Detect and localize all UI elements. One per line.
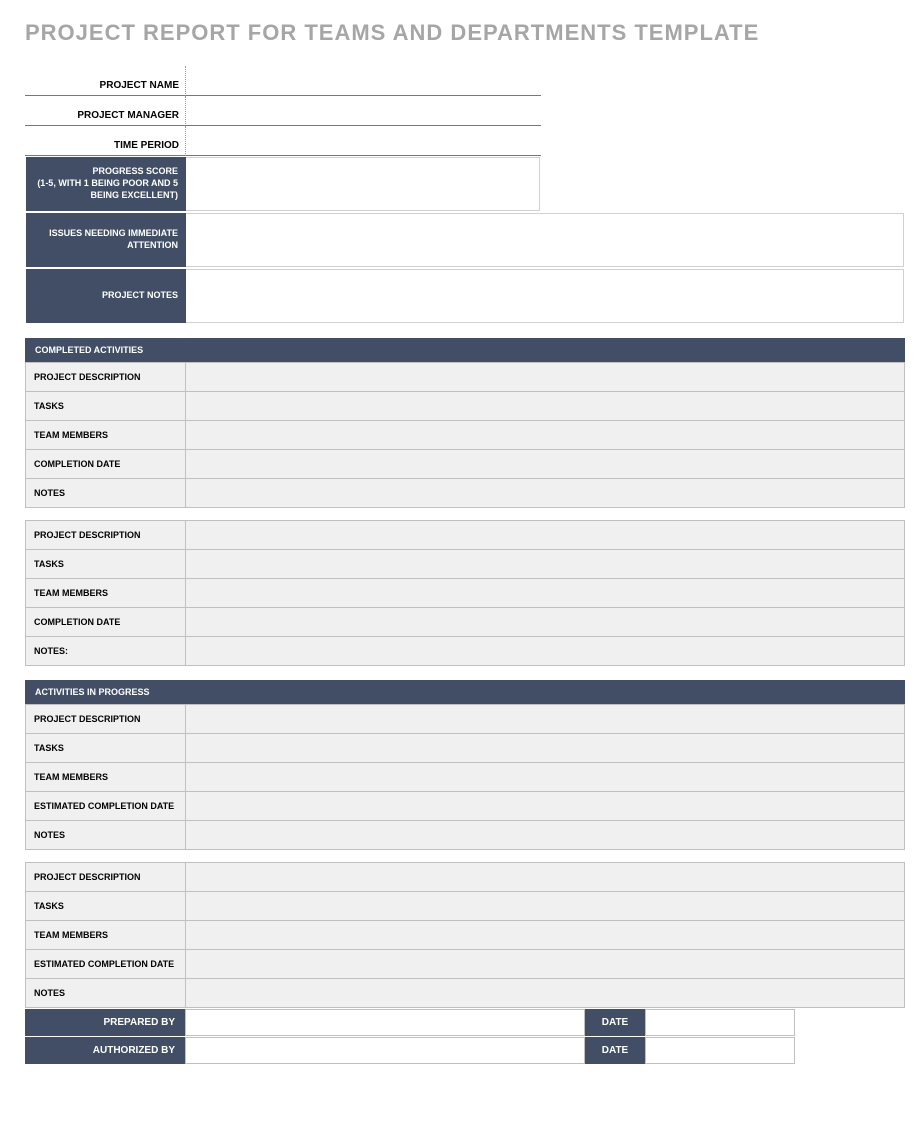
label-team: TEAM MEMBERS — [26, 579, 186, 608]
label-issues: ISSUES NEEDING IMMEDIATE ATTENTION — [26, 213, 186, 267]
input-authorized-by[interactable] — [185, 1037, 585, 1064]
label-notes: NOTES — [26, 479, 186, 508]
input-project-manager[interactable] — [185, 96, 541, 126]
label-date: DATE — [585, 1009, 645, 1036]
row-prepared-by: PREPARED BY DATE — [25, 1008, 795, 1036]
label-progress-score: PROGRESS SCORE (1-5, WITH 1 BEING POOR A… — [26, 157, 186, 211]
label-project-notes: PROJECT NOTES — [26, 269, 186, 323]
label-completion-date: COMPLETION DATE — [26, 450, 186, 479]
row-project-manager: PROJECT MANAGER — [25, 96, 541, 126]
input-est-completion-date[interactable] — [186, 792, 905, 821]
label-est-completion-date: ESTIMATED COMPLETION DATE — [26, 792, 186, 821]
label-project-name: PROJECT NAME — [25, 66, 185, 96]
row-authorized-by: AUTHORIZED BY DATE — [25, 1036, 795, 1064]
label-tasks: TASKS — [26, 892, 186, 921]
input-project-notes[interactable] — [186, 269, 904, 323]
label-team: TEAM MEMBERS — [26, 921, 186, 950]
input-notes[interactable] — [186, 821, 905, 850]
label-desc: PROJECT DESCRIPTION — [26, 363, 186, 392]
input-team[interactable] — [186, 921, 905, 950]
label-team: TEAM MEMBERS — [26, 421, 186, 450]
section-activities-in-progress: ACTIVITIES IN PROGRESS — [25, 680, 905, 704]
label-date: DATE — [585, 1037, 645, 1064]
input-completion-date[interactable] — [186, 608, 905, 637]
label-notes: NOTES — [26, 821, 186, 850]
input-notes[interactable] — [186, 637, 905, 666]
input-team[interactable] — [186, 421, 905, 450]
row-progress-score: PROGRESS SCORE (1-5, WITH 1 BEING POOR A… — [25, 156, 541, 212]
input-time-period[interactable] — [185, 126, 541, 156]
input-desc[interactable] — [186, 363, 905, 392]
input-desc[interactable] — [186, 705, 905, 734]
input-project-name[interactable] — [185, 66, 541, 96]
label-completion-date: COMPLETION DATE — [26, 608, 186, 637]
row-time-period: TIME PERIOD — [25, 126, 541, 156]
input-notes[interactable] — [186, 979, 905, 1008]
label-est-completion-date: ESTIMATED COMPLETION DATE — [26, 950, 186, 979]
label-notes: NOTES: — [26, 637, 186, 666]
input-team[interactable] — [186, 579, 905, 608]
label-project-manager: PROJECT MANAGER — [25, 96, 185, 126]
input-desc[interactable] — [186, 521, 905, 550]
input-prepared-by[interactable] — [185, 1009, 585, 1036]
input-team[interactable] — [186, 763, 905, 792]
input-tasks[interactable] — [186, 550, 905, 579]
label-desc: PROJECT DESCRIPTION — [26, 705, 186, 734]
input-tasks[interactable] — [186, 392, 905, 421]
input-progress-score[interactable] — [186, 157, 540, 211]
label-time-period: TIME PERIOD — [25, 126, 185, 156]
input-authorized-date[interactable] — [645, 1037, 795, 1064]
label-tasks: TASKS — [26, 550, 186, 579]
label-desc: PROJECT DESCRIPTION — [26, 863, 186, 892]
page-title: PROJECT REPORT FOR TEAMS AND DEPARTMENTS… — [25, 20, 890, 46]
label-authorized-by: AUTHORIZED BY — [25, 1037, 185, 1064]
row-issues: ISSUES NEEDING IMMEDIATE ATTENTION — [25, 212, 905, 268]
progress-block-2: PROJECT DESCRIPTION TASKS TEAM MEMBERS E… — [25, 862, 905, 1008]
input-desc[interactable] — [186, 863, 905, 892]
label-tasks: TASKS — [26, 734, 186, 763]
label-prepared-by: PREPARED BY — [25, 1009, 185, 1036]
completed-block-1: PROJECT DESCRIPTION TASKS TEAM MEMBERS C… — [25, 362, 905, 508]
input-prepared-date[interactable] — [645, 1009, 795, 1036]
input-issues[interactable] — [186, 213, 904, 267]
progress-block-1: PROJECT DESCRIPTION TASKS TEAM MEMBERS E… — [25, 704, 905, 850]
label-desc: PROJECT DESCRIPTION — [26, 521, 186, 550]
input-tasks[interactable] — [186, 892, 905, 921]
label-tasks: TASKS — [26, 392, 186, 421]
input-notes[interactable] — [186, 479, 905, 508]
label-team: TEAM MEMBERS — [26, 763, 186, 792]
row-project-notes: PROJECT NOTES — [25, 268, 905, 324]
input-completion-date[interactable] — [186, 450, 905, 479]
label-notes: NOTES — [26, 979, 186, 1008]
input-est-completion-date[interactable] — [186, 950, 905, 979]
row-project-name: PROJECT NAME — [25, 66, 541, 96]
section-completed-activities: COMPLETED ACTIVITIES — [25, 338, 905, 362]
completed-block-2: PROJECT DESCRIPTION TASKS TEAM MEMBERS C… — [25, 520, 905, 666]
input-tasks[interactable] — [186, 734, 905, 763]
